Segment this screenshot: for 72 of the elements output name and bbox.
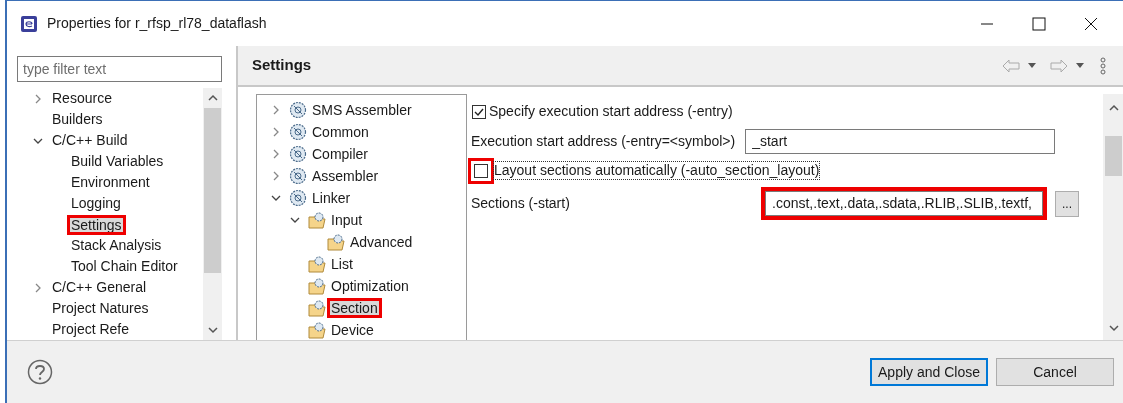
tree-item[interactable]: Resource <box>51 89 113 108</box>
folder-gear-icon <box>308 211 326 229</box>
tree-item[interactable]: C/C++ General <box>51 278 148 297</box>
chevron-down-icon[interactable] <box>290 215 300 225</box>
folder-gear-icon <box>327 233 345 251</box>
tree-item[interactable]: Assembler <box>311 166 380 186</box>
checkbox[interactable] <box>472 104 486 119</box>
dropdown-icon[interactable] <box>1076 63 1084 68</box>
tree-item[interactable]: Common <box>311 122 370 142</box>
text-field[interactable]: _start <box>745 128 1056 154</box>
field-label: Execution start address (-entry=<symbol>) <box>471 131 736 151</box>
tree-item[interactable]: Stack Analysis <box>70 236 163 255</box>
dropdown-icon[interactable] <box>1028 63 1036 68</box>
field-label: Sections (-start) <box>471 194 570 213</box>
scroll-thumb[interactable] <box>1105 136 1122 176</box>
scroll-down-icon[interactable] <box>207 326 218 334</box>
scroll-thumb[interactable] <box>204 108 221 273</box>
tree-item[interactable]: Device <box>330 320 375 340</box>
folder-gear-icon <box>308 277 326 295</box>
scrollbar[interactable] <box>1103 94 1123 340</box>
gear-icon <box>289 189 307 207</box>
tree-item[interactable]: Input <box>330 210 364 230</box>
tree-item[interactable]: Builders <box>51 110 104 129</box>
chevron-right-icon[interactable] <box>271 105 281 115</box>
close-icon[interactable] <box>1084 16 1098 31</box>
tree-item[interactable]: Advanced <box>349 232 414 252</box>
scroll-down-icon[interactable] <box>1108 324 1119 332</box>
tree-item[interactable]: Settings <box>70 217 123 232</box>
tree-item[interactable]: Tool Chain Editor <box>70 257 179 276</box>
page-title: Settings <box>252 55 312 76</box>
scroll-up-icon[interactable] <box>1108 104 1119 112</box>
gear-icon <box>289 101 307 119</box>
checkbox-label[interactable]: Specify execution start address (-entry) <box>489 101 733 122</box>
gear-icon <box>289 123 307 141</box>
help-icon[interactable] <box>27 359 53 385</box>
tree-item[interactable]: C/C++ Build <box>51 131 129 150</box>
scroll-up-icon[interactable] <box>207 94 218 102</box>
chevron-right-icon[interactable] <box>271 149 281 159</box>
tree-item[interactable]: Project Refe <box>51 320 131 339</box>
checkmark-icon <box>474 106 484 117</box>
gear-icon <box>289 167 307 185</box>
folder-gear-icon <box>308 299 326 317</box>
tree-item[interactable]: Project Natures <box>51 299 150 318</box>
tree-item[interactable]: SMS Assembler <box>311 100 413 120</box>
tree-item[interactable]: Logging <box>70 194 122 213</box>
folder-gear-icon <box>308 255 326 273</box>
chevron-right-icon[interactable] <box>271 171 281 181</box>
folder-gear-icon <box>308 321 326 339</box>
filter-field[interactable]: type filter text <box>17 56 222 82</box>
chevron-right-icon[interactable] <box>271 127 281 137</box>
forward-arrow-icon[interactable] <box>1050 58 1068 73</box>
tree-item[interactable]: Linker <box>311 188 352 208</box>
checkbox-label[interactable]: Layout sections automatically (-auto_section_layout) <box>493 161 821 180</box>
more-options-icon[interactable] <box>1100 56 1106 75</box>
back-arrow-icon[interactable] <box>1002 58 1020 73</box>
scrollbar[interactable] <box>203 88 222 340</box>
chevron-right-icon[interactable] <box>33 93 43 104</box>
tree-item[interactable]: Section <box>330 301 379 315</box>
tree-item[interactable]: List <box>330 254 354 274</box>
browse-button[interactable]: ... <box>1055 190 1079 217</box>
dialog-button[interactable]: Cancel <box>996 358 1114 386</box>
app-icon <box>19 13 39 34</box>
window-title: Properties for r_rfsp_rl78_dataflash <box>47 14 267 33</box>
tree-item[interactable]: Environment <box>70 173 151 192</box>
chevron-right-icon[interactable] <box>33 282 43 293</box>
gear-icon <box>289 145 307 163</box>
maximize-icon[interactable] <box>1032 16 1046 31</box>
chevron-down-icon[interactable] <box>271 193 281 203</box>
dialog-button[interactable]: Apply and Close <box>870 358 988 386</box>
tree-item[interactable]: Compiler <box>311 144 369 164</box>
tree-item[interactable]: Build Variables <box>70 152 165 171</box>
tree-item[interactable]: Optimization <box>330 276 410 296</box>
